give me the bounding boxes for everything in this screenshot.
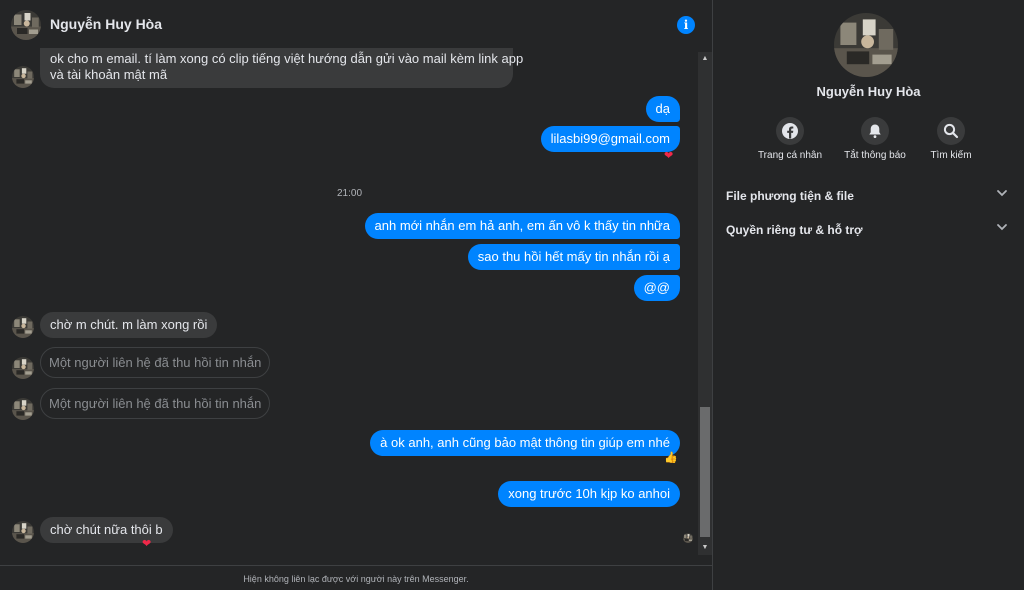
composer-disabled-notice: Hiện không liên lạc được với người này t…	[0, 565, 712, 590]
bell-icon	[869, 124, 881, 138]
chevron-down-icon	[997, 190, 1007, 197]
recalled-message[interactable]: Một người liên hệ đã thu hồi tin nhắn	[40, 347, 271, 378]
message-line: ok cho m email. tí làm xong có clip tiến…	[50, 51, 524, 66]
sender-avatar[interactable]	[12, 357, 34, 379]
profile-name: Nguyễn Huy Hòa	[816, 84, 921, 99]
info-icon[interactable]: i	[677, 16, 695, 34]
search-label: Tìm kiếm	[930, 150, 972, 161]
contact-name[interactable]: Nguyễn Huy Hòa	[50, 16, 162, 32]
scrollbar-thumb[interactable]	[700, 407, 710, 537]
scroll-up-arrow-icon[interactable]: ▲	[698, 52, 712, 66]
message-outgoing[interactable]: anh mới nhắn em hả anh, em ấn vô k thấy …	[364, 213, 680, 239]
time-separator: 21:00	[337, 188, 363, 199]
thumbs-up-reaction-icon[interactable]: 👍	[664, 452, 678, 464]
seen-receipt-avatar	[683, 533, 693, 543]
search-button[interactable]: Tìm kiếm	[911, 117, 991, 161]
mute-notifications-button[interactable]: Tắt thông báo	[835, 117, 915, 161]
privacy-support-section[interactable]: Quyền riêng tư & hỗ trợ	[726, 220, 1011, 240]
section-title: File phương tiện & file	[726, 189, 854, 203]
notice-text: Hiện không liên lạc được với người này t…	[243, 574, 469, 584]
sender-avatar[interactable]	[12, 521, 34, 543]
heart-reaction-icon[interactable]: ❤	[664, 150, 673, 162]
chat-header: Nguyễn Huy Hòa i	[0, 0, 712, 50]
message-outgoing[interactable]: dạ	[645, 96, 680, 122]
recalled-message[interactable]: Một người liên hệ đã thu hồi tin nhắn	[40, 388, 271, 419]
mute-label: Tắt thông báo	[844, 150, 906, 161]
media-files-section[interactable]: File phương tiện & file	[726, 186, 1011, 206]
sender-avatar[interactable]	[12, 398, 34, 420]
facebook-icon	[782, 123, 798, 139]
sender-avatar[interactable]	[12, 316, 34, 338]
profile-avatar[interactable]	[834, 13, 898, 77]
info-sidebar: Nguyễn Huy Hòa Trang cá nhân Tắt thông b…	[713, 0, 1024, 590]
message-outgoing[interactable]: lilasbi99@gmail.com	[540, 126, 680, 152]
message-outgoing[interactable]: @@	[633, 275, 680, 301]
message-outgoing[interactable]: sao thu hồi hết mấy tin nhắn rồi ạ	[467, 244, 680, 270]
message-outgoing[interactable]: xong trước 10h kịp ko anhoi	[498, 481, 680, 507]
heart-reaction-icon[interactable]: ❤	[142, 538, 151, 550]
message-incoming[interactable]: chờ m chút. m làm xong rồi	[40, 312, 218, 338]
profile-button[interactable]: Trang cá nhân	[750, 117, 830, 161]
scrollbar[interactable]: ▲ ▼	[698, 52, 712, 555]
section-title: Quyền riêng tư & hỗ trợ	[726, 223, 863, 237]
message-incoming[interactable]: ok cho m email. tí làm xong có clip tiến…	[40, 48, 524, 88]
conversation-panel: Nguyễn Huy Hòa i ok cho m email. tí làm …	[0, 0, 712, 590]
message-incoming[interactable]: chờ chút nữa thôi b	[40, 517, 173, 543]
sender-avatar[interactable]	[12, 66, 34, 88]
contact-avatar[interactable]	[11, 10, 41, 40]
profile-label: Trang cá nhân	[757, 150, 823, 161]
scroll-down-arrow-icon[interactable]: ▼	[698, 541, 712, 555]
chevron-down-icon	[997, 224, 1007, 231]
message-line: và tài khoản mật mã	[50, 67, 168, 82]
search-icon	[943, 123, 959, 139]
message-outgoing[interactable]: à ok anh, anh cũng bảo mật thông tin giú…	[370, 430, 680, 456]
